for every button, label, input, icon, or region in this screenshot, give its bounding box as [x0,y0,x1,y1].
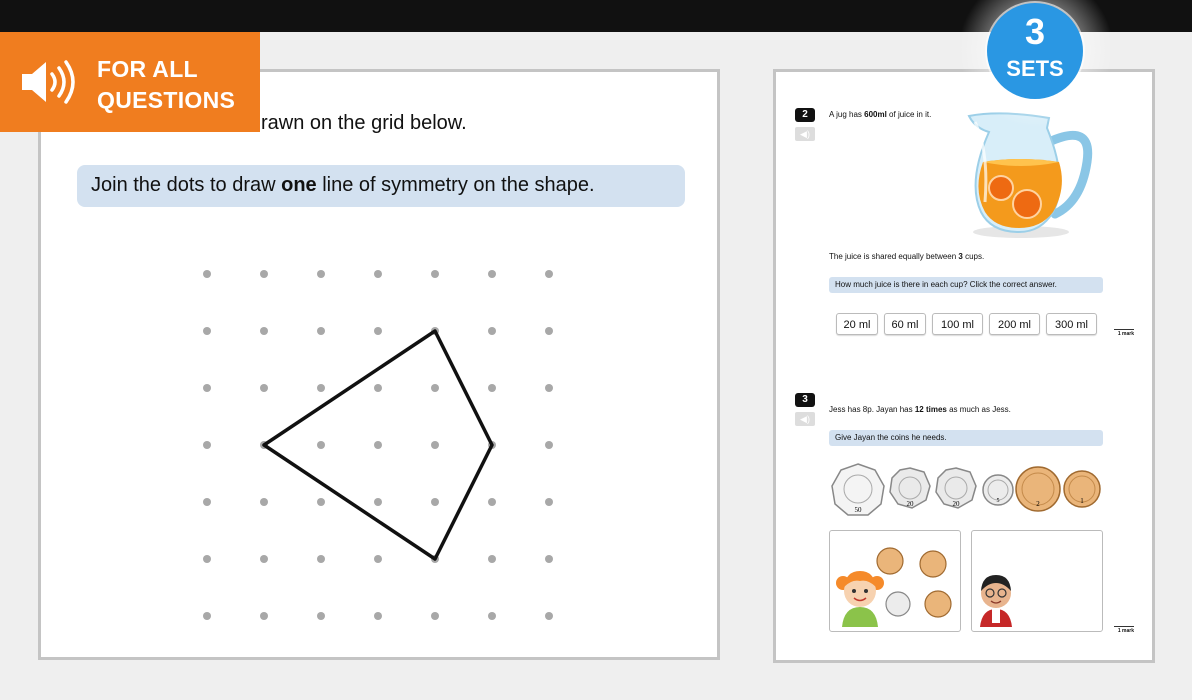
dot-grid[interactable] [41,72,717,657]
grid-dot[interactable] [545,384,553,392]
question-panel-left: rawn on the grid below. Join the dots to… [38,69,720,660]
grid-dot[interactable] [260,612,268,620]
sets-badge[interactable]: 3 SETS [987,3,1083,99]
grid-dot[interactable] [488,384,496,392]
jess-coins [876,547,952,618]
answer-button-1[interactable]: 20 ml [836,313,878,335]
question-number-2: 2 [795,108,815,122]
sets-count: 3 [1024,11,1046,52]
banner-line-2: QUESTIONS [97,87,236,113]
coin-20p-a-value: 20 [907,500,915,508]
answer-button-2[interactable]: 60 ml [884,313,926,335]
answer-button-3[interactable]: 100 ml [932,313,983,335]
grid-dots [203,270,553,620]
grid-dot[interactable] [260,555,268,563]
question-number-3: 3 [795,393,815,407]
grid-dot[interactable] [203,327,211,335]
coin-5p[interactable]: 5 [982,474,1014,506]
grid-dot[interactable] [317,327,325,335]
question-2-audio-icon[interactable]: ◀) [795,127,815,141]
boy-avatar [980,575,1012,627]
q2-prompt: How much juice is there in each cup? Cli… [829,277,1103,293]
grid-dot[interactable] [488,612,496,620]
grid-dot[interactable] [260,270,268,278]
grid-dot[interactable] [260,498,268,506]
q2-text: A jug has 600ml of juice in it. [829,110,932,119]
coin-5p-value: 5 [997,498,1000,504]
jug-image [967,112,1093,238]
grid-dot[interactable] [545,327,553,335]
speaker-icon [22,60,75,104]
answer-button-4[interactable]: 200 ml [989,313,1040,335]
grid-dot[interactable] [431,498,439,506]
grid-dot[interactable] [317,270,325,278]
grid-dot[interactable] [260,327,268,335]
grid-dot[interactable] [374,612,382,620]
grid-dot[interactable] [488,498,496,506]
coin-tray: 50 20 20 5 2 1 [831,463,1101,516]
q3-prompt: Give Jayan the coins he needs. [829,430,1103,446]
coin-20p-a[interactable]: 20 [889,467,931,509]
grid-dot[interactable] [545,498,553,506]
grid-dot[interactable] [317,555,325,563]
q2-share-text: The juice is shared equally between 3 cu… [829,252,985,261]
grid-dot[interactable] [374,327,382,335]
grid-dot[interactable] [203,384,211,392]
jess-coin-box [829,530,961,632]
grid-dot[interactable] [545,612,553,620]
grid-dot[interactable] [374,270,382,278]
coin-1p[interactable]: 1 [1063,470,1101,508]
q2-mark: 1 mark [1114,329,1134,337]
banner-line-1: FOR ALL [97,56,198,82]
grid-dot[interactable] [545,270,553,278]
grid-dot[interactable] [488,327,496,335]
jess-scene [836,547,952,627]
grid-dot[interactable] [374,498,382,506]
jayan-coin-drop-area[interactable] [971,530,1103,632]
grid-dot[interactable] [374,384,382,392]
grid-dot[interactable] [203,612,211,620]
grid-dot[interactable] [203,498,211,506]
grid-dot[interactable] [260,384,268,392]
grid-dot[interactable] [203,441,211,449]
grid-dot[interactable] [488,555,496,563]
grid-dot[interactable] [431,441,439,449]
jayan-scene [980,575,1012,627]
coin-20p-b-value: 20 [953,500,961,508]
grid-dot[interactable] [431,612,439,620]
coin-50p[interactable]: 50 [831,463,885,516]
grid-dot[interactable] [545,555,553,563]
coin-2p-value: 2 [1036,500,1040,508]
grid-dot[interactable] [488,270,496,278]
sets-label: SETS [1006,56,1064,81]
grid-dot[interactable] [203,555,211,563]
question-3-audio-icon[interactable]: ◀) [795,412,815,426]
grid-dot[interactable] [374,441,382,449]
preview-panel-right: 2 ◀) A jug has 600ml of juice in it. The… [773,69,1155,663]
grid-dot[interactable] [203,270,211,278]
grid-dot[interactable] [317,612,325,620]
coin-1p-value: 1 [1080,497,1084,505]
girl-avatar [836,571,884,627]
grid-dot[interactable] [317,384,325,392]
grid-dot[interactable] [431,270,439,278]
grid-dot[interactable] [431,384,439,392]
q3-text: Jess has 8p. Jayan has 12 times as much … [829,405,1011,414]
coin-20p-b[interactable]: 20 [935,467,977,509]
answer-button-5[interactable]: 300 ml [1046,313,1097,335]
q3-mark: 1 mark [1114,626,1134,634]
grid-dot[interactable] [317,441,325,449]
coin-50p-value: 50 [855,506,863,514]
grid-dot[interactable] [545,441,553,449]
audio-banner[interactable]: FOR ALL QUESTIONS [0,32,260,132]
coin-2p[interactable]: 2 [1015,466,1061,512]
grid-dot[interactable] [317,498,325,506]
grid-dot[interactable] [374,555,382,563]
